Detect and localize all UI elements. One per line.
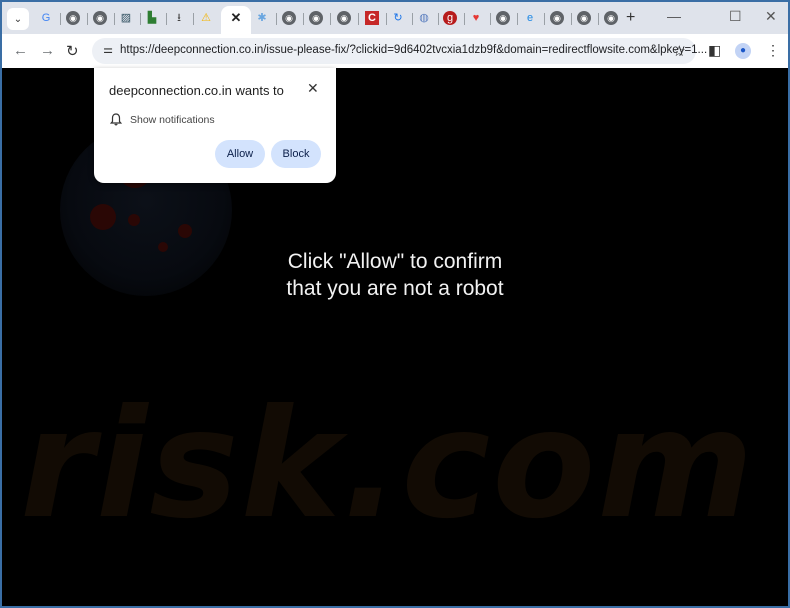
close-tab-icon[interactable]: ✕ <box>221 10 251 26</box>
refresh-site-icon[interactable]: ↻ <box>391 11 405 25</box>
warning-icon[interactable]: ⚠ <box>199 11 213 25</box>
bookmark-star-icon[interactable]: ☆ <box>673 42 686 60</box>
message-line-2: that you are not a robot <box>286 277 504 300</box>
c-icon[interactable]: C <box>365 11 379 25</box>
message-line-1: Click "Allow" to confirm <box>287 250 503 273</box>
popup-title: deepconnection.co.in wants to <box>109 83 284 98</box>
tab-separator <box>358 13 359 25</box>
close-window-button[interactable]: ✕ <box>765 8 777 25</box>
site-icon[interactable]: ◍ <box>417 11 431 25</box>
tab-separator <box>193 13 194 25</box>
tab-separator <box>598 13 599 25</box>
url-text[interactable]: https://deepconnection.co.in/issue-pleas… <box>120 44 707 56</box>
image-icon[interactable]: ▨ <box>119 11 133 25</box>
tab-separator <box>330 13 331 25</box>
allow-button[interactable]: Allow <box>215 140 265 168</box>
browser-window: ⌄ G ◉ ◉ ▨ ▙ ⭳ ⚠ ✱ ◉ ◉ ◉ C ↻ ◍ g ♥ ◉ e ◉ ◉ ◉ ✕ + — ☐ ✕ ← → ↻ … <box>2 2 788 606</box>
permission-label: Show notifications <box>130 114 215 126</box>
tab-separator <box>276 13 277 25</box>
tab-separator <box>438 13 439 25</box>
site-icon[interactable]: ▙ <box>145 11 159 25</box>
chevron-down-icon: ⌄ <box>13 13 23 25</box>
tab-separator <box>464 13 465 25</box>
download-icon[interactable]: ⭳ <box>172 11 186 25</box>
google-icon[interactable]: G <box>39 11 53 25</box>
globe-icon[interactable]: ◉ <box>550 11 564 25</box>
close-icon[interactable]: ✕ <box>307 80 319 97</box>
globe-icon[interactable]: ◉ <box>577 11 591 25</box>
toolbar: ← → ↻ ⚌ https://deepconnection.co.in/iss… <box>2 34 788 68</box>
reload-button[interactable]: ↻ <box>66 42 79 60</box>
globe-icon[interactable]: ◉ <box>496 11 510 25</box>
new-tab-button[interactable]: + <box>626 9 635 27</box>
globe-icon[interactable]: ◉ <box>93 11 107 25</box>
heart-icon[interactable]: ♥ <box>469 11 483 25</box>
tab-separator <box>166 13 167 25</box>
edge-icon[interactable]: e <box>523 11 537 25</box>
site-info-icon[interactable]: ⚌ <box>100 43 116 59</box>
tab-separator <box>60 13 61 25</box>
tab-separator <box>517 13 518 25</box>
notification-permission-popup: deepconnection.co.in wants to ✕ Show not… <box>94 68 336 183</box>
tab-separator <box>87 13 88 25</box>
profile-avatar-icon[interactable]: ● <box>735 43 751 59</box>
globe-icon[interactable]: ◉ <box>282 11 296 25</box>
tab-separator <box>571 13 572 25</box>
active-tab[interactable]: ✕ <box>221 6 251 34</box>
back-button[interactable]: ← <box>13 42 28 59</box>
menu-icon[interactable]: ⋮ <box>766 42 780 59</box>
globe-icon[interactable]: ◉ <box>66 11 80 25</box>
globe-icon[interactable]: ◉ <box>337 11 351 25</box>
tab-separator <box>412 13 413 25</box>
tab-separator <box>303 13 304 25</box>
tab-separator <box>386 13 387 25</box>
gr-icon[interactable]: g <box>443 11 457 25</box>
tab-separator <box>140 13 141 25</box>
minimize-button[interactable]: — <box>667 8 681 24</box>
globe-icon[interactable]: ◉ <box>604 11 618 25</box>
tab-separator <box>114 13 115 25</box>
tab-strip: ⌄ G ◉ ◉ ▨ ▙ ⭳ ⚠ ✱ ◉ ◉ ◉ C ↻ ◍ g ♥ ◉ e ◉ ◉ ◉ ✕ + — ☐ ✕ <box>2 2 788 34</box>
side-panel-icon[interactable]: ◧ <box>708 42 721 59</box>
address-bar[interactable]: ⚌ https://deepconnection.co.in/issue-ple… <box>92 38 707 64</box>
forward-button[interactable]: → <box>40 42 55 59</box>
tab-search-button[interactable]: ⌄ <box>7 8 29 30</box>
site-icon[interactable]: ✱ <box>255 11 269 25</box>
robot-check-message: Click "Allow" to confirm that you are no… <box>2 248 788 302</box>
bell-icon <box>109 113 123 129</box>
tab-separator <box>490 13 491 25</box>
globe-icon[interactable]: ◉ <box>309 11 323 25</box>
maximize-button[interactable]: ☐ <box>729 8 742 25</box>
block-button[interactable]: Block <box>271 140 321 168</box>
watermark-text: risk.com <box>20 378 756 552</box>
tab-separator <box>544 13 545 25</box>
